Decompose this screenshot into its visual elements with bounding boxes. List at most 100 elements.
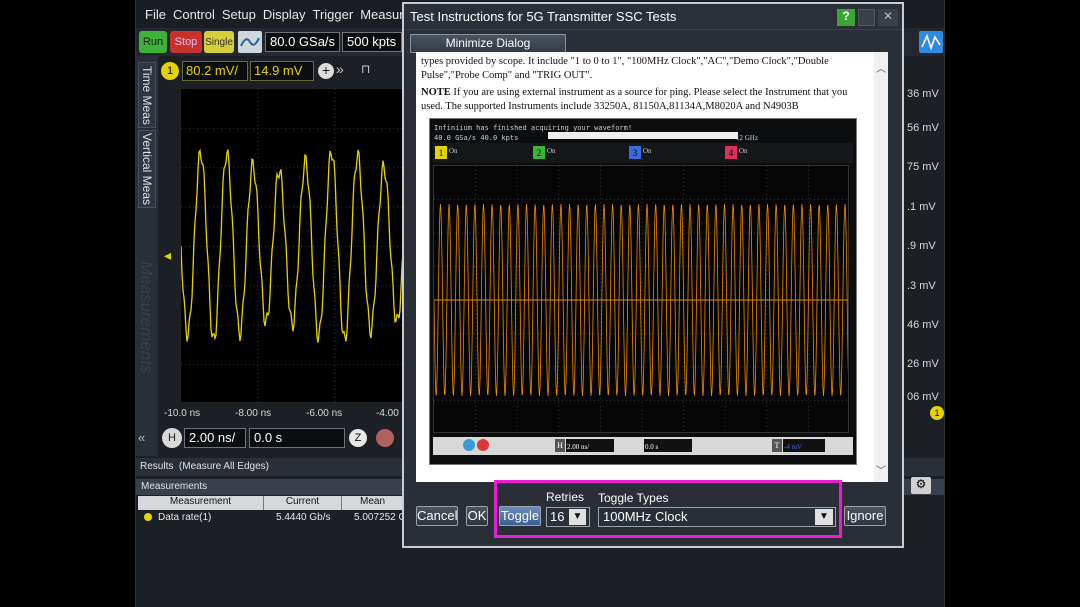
scope-ch4: 4 xyxy=(725,146,737,159)
channel-controls: 1 80.2 mV/ 14.9 mV + » ⊓ xyxy=(158,58,408,84)
cancel-button[interactable]: Cancel xyxy=(416,506,458,526)
scope-t-value: -4 mV xyxy=(783,439,825,452)
horizontal-position-field[interactable]: 0.0 s xyxy=(249,428,345,448)
expand-icon[interactable]: » xyxy=(336,61,344,77)
channel-1-marker[interactable]: 1 xyxy=(930,406,944,420)
scope-ch3-on: On xyxy=(643,147,652,155)
run-button[interactable]: Run xyxy=(139,31,167,53)
vertical-offset-field[interactable]: 14.9 mV xyxy=(250,61,314,81)
scope-ch3: 3 xyxy=(629,146,641,159)
scope-bottom-bar: H 2.00 ns/ 0.0 s T -4 mV xyxy=(433,437,853,455)
memory-depth-field[interactable]: 500 kpts xyxy=(342,32,402,52)
scope-h-badge: H xyxy=(555,439,565,452)
minimize-icon[interactable] xyxy=(858,9,875,26)
measurement-name: Data rate(1) xyxy=(158,512,212,523)
retries-value: 16 xyxy=(550,509,565,524)
right-axis-label: .3 mV xyxy=(907,280,936,292)
waveform-math-icon[interactable] xyxy=(919,31,943,53)
single-button[interactable]: Single xyxy=(204,31,234,53)
scope-t-badge: T xyxy=(772,439,782,452)
instructions-content: types provided by scope. It include "1 t… xyxy=(416,52,874,482)
menu-setup[interactable]: Setup xyxy=(222,7,256,22)
menu-control[interactable]: Control xyxy=(173,7,215,22)
right-axis-label: 56 mV xyxy=(907,122,939,134)
minimize-dialog-button[interactable]: Minimize Dialog xyxy=(410,34,566,53)
ok-button[interactable]: OK xyxy=(466,506,488,526)
vertical-scale-field[interactable]: 80.2 mV/ xyxy=(182,61,248,81)
scope-icon xyxy=(477,439,489,451)
scope-screenshot: Infiniium has finished acquiring your wa… xyxy=(429,118,857,465)
scope-icon xyxy=(463,439,475,451)
retries-select[interactable]: 16 ▼ xyxy=(546,507,590,527)
stop-button[interactable]: Stop xyxy=(170,31,202,53)
dialog-action-bar: Cancel OK Toggle Retries 16 ▼ Toggle Typ… xyxy=(404,480,902,546)
chevron-down-icon[interactable]: ▼ xyxy=(569,509,586,525)
scope-graticule xyxy=(433,165,849,433)
collapse-icon[interactable]: « xyxy=(138,430,145,445)
scroll-up-icon[interactable]: ︿ xyxy=(876,60,886,75)
orange-waveform xyxy=(434,166,848,432)
scope-ch4-on: On xyxy=(739,147,748,155)
scroll-down-icon[interactable]: ﹀ xyxy=(876,462,886,477)
scope-ch1-on: On xyxy=(449,147,458,155)
tab-vertical-meas[interactable]: Vertical Meas xyxy=(138,130,156,208)
toggle-types-select[interactable]: 100MHz Clock ▼ xyxy=(598,507,836,527)
side-tabs: Time Meas Vertical Meas Measurements xyxy=(136,56,158,456)
channel-dot-icon xyxy=(144,513,152,521)
measurement-current: 5.4440 Gb/s xyxy=(276,512,331,523)
scope-ch1: 1 xyxy=(435,146,447,159)
toggle-type-value: 100MHz Clock xyxy=(603,509,688,524)
zoom-badge[interactable]: Z xyxy=(349,429,367,447)
scope-h-pos: 0.0 s xyxy=(644,439,692,452)
trigger-level-marker[interactable]: ◂ xyxy=(164,247,171,264)
scope-memory-bar xyxy=(548,132,738,139)
autoscale-icon[interactable] xyxy=(238,31,262,53)
toggle-types-label: Toggle Types xyxy=(598,491,669,505)
note-text: If you are using external instrument as … xyxy=(421,87,848,112)
measurements-watermark: Measurements xyxy=(137,261,156,374)
gear-icon[interactable]: ⚙ xyxy=(911,477,931,494)
right-axis-label: .1 mV xyxy=(907,201,936,213)
scope-ch2-on: On xyxy=(547,147,556,155)
table-row[interactable]: Data rate(1) 5.4440 Gb/s 5.007252 Gb xyxy=(138,511,404,525)
x-tick: -6.00 ns xyxy=(306,408,343,419)
right-axis-label: 26 mV xyxy=(907,358,939,370)
x-tick: -8.00 ns xyxy=(235,408,272,419)
scope-ch2: 2 xyxy=(533,146,545,159)
help-icon[interactable]: ? xyxy=(837,9,855,26)
content-scrollbar[interactable]: ︿ ﹀ xyxy=(874,52,888,482)
close-icon[interactable]: ✕ xyxy=(878,9,898,26)
retries-label: Retries xyxy=(546,490,585,504)
add-channel-icon[interactable]: + xyxy=(318,63,334,79)
note-paragraph: NOTE If you are using external instrumen… xyxy=(421,86,867,114)
scope-h-scale: 2.00 ns/ xyxy=(566,439,614,452)
menu-file[interactable]: File xyxy=(145,7,166,22)
right-axis-label: 46 mV xyxy=(907,319,939,331)
col-measurement[interactable]: Measurement xyxy=(138,496,264,510)
dialog-title: Test Instructions for 5G Transmitter SSC… xyxy=(404,4,902,30)
test-instructions-dialog: Test Instructions for 5G Transmitter SSC… xyxy=(402,2,904,548)
scope-channel-row: 1 On 2 On 3 On 4 On xyxy=(433,143,853,163)
x-tick: -4.00 xyxy=(376,408,399,419)
col-mean[interactable]: Mean xyxy=(342,496,404,510)
chevron-down-icon[interactable]: ▼ xyxy=(815,509,833,525)
right-axis-label: 75 mV xyxy=(907,161,939,173)
right-axis-label: .9 mV xyxy=(907,240,936,252)
col-current[interactable]: Current xyxy=(264,496,342,510)
menu-display[interactable]: Display xyxy=(263,7,306,22)
measurement-mean: 5.007252 Gb xyxy=(354,512,404,523)
tab-time-meas[interactable]: Time Meas xyxy=(138,62,156,128)
right-axis-label: 06 mV xyxy=(907,391,939,403)
horizontal-badge[interactable]: H xyxy=(162,428,182,448)
right-axis-panel: 36 mV 56 mV 75 mV .1 mV .9 mV .3 mV 46 m… xyxy=(905,56,944,456)
sample-rate-field[interactable]: 80.0 GSa/s xyxy=(265,32,340,52)
ignore-button[interactable]: Ignore xyxy=(844,506,886,526)
menu-trigger[interactable]: Trigger xyxy=(312,7,353,22)
record-icon[interactable] xyxy=(376,429,394,447)
results-mode: (Measure All Edges) xyxy=(178,461,269,472)
pin-icon[interactable]: ⊓ xyxy=(361,62,370,76)
channel-1-badge[interactable]: 1 xyxy=(161,62,179,80)
horizontal-scale-field[interactable]: 2.00 ns/ xyxy=(184,428,246,448)
note-label: NOTE xyxy=(421,87,451,98)
toggle-button[interactable]: Toggle xyxy=(499,506,541,526)
